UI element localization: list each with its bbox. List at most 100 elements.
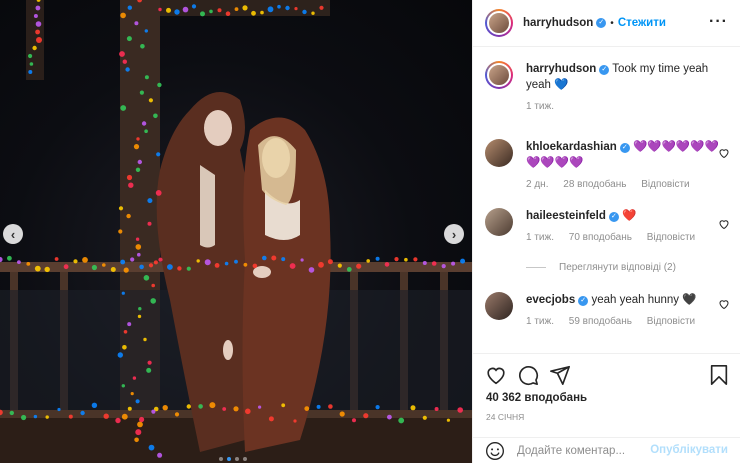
light-bulb: [271, 255, 277, 261]
caption-emoji: 💙: [554, 79, 569, 91]
light-bulb: [302, 9, 307, 15]
light-bulb: [130, 257, 135, 262]
light-bulb: [120, 259, 126, 265]
comment-likes[interactable]: 70 вподобань: [569, 232, 632, 243]
light-bulb: [144, 29, 148, 33]
light-bulb: [91, 264, 97, 271]
carousel-dot: [235, 457, 239, 461]
light-bulb: [33, 414, 38, 419]
light-bulb: [133, 144, 140, 150]
heart-icon[interactable]: [718, 147, 730, 159]
carousel-next-button[interactable]: ›: [444, 224, 464, 244]
light-bulb: [182, 6, 189, 13]
post-actions: 40 362 вподобань 24 СІЧНЯ: [473, 353, 740, 437]
share-icon[interactable]: [549, 364, 571, 386]
post-photo[interactable]: ‹ ›: [0, 0, 472, 463]
publish-button[interactable]: Опублікувати: [650, 444, 728, 456]
more-horizontal-icon[interactable]: ···: [709, 13, 728, 31]
light-bulb: [120, 12, 126, 19]
carousel-prev-button[interactable]: ‹: [3, 224, 23, 244]
light-bulb: [36, 37, 42, 43]
list-item: haileesteinfeld ✓ ❤️ 1 тиж. 70 вподобань …: [485, 208, 730, 243]
light-bulb: [118, 229, 123, 234]
avatar[interactable]: [485, 292, 513, 320]
light-bulb: [148, 263, 154, 268]
comment-time[interactable]: 1 тиж.: [526, 316, 554, 327]
light-bulb: [277, 4, 281, 9]
comment-username[interactable]: evecjobs: [526, 294, 575, 306]
light-bulb: [126, 174, 133, 181]
light-bulb: [308, 267, 315, 273]
avatar[interactable]: [485, 208, 513, 236]
comment-text: ❤️: [622, 210, 637, 222]
comments-list[interactable]: harryhudson ✓ Took my time yeah yeah 💙 1 …: [473, 47, 740, 353]
comment-likes[interactable]: 28 вподобань: [563, 179, 626, 190]
comment-icon[interactable]: [517, 364, 539, 386]
light-bulb: [110, 267, 116, 272]
light-bulb: [224, 261, 229, 266]
light-bulb: [166, 7, 171, 13]
light-bulb: [300, 258, 304, 262]
comment-input[interactable]: [517, 444, 657, 457]
comment-likes[interactable]: 59 вподобань: [569, 316, 632, 327]
light-bulb: [242, 5, 248, 11]
light-bulb: [121, 413, 128, 420]
light-bulb: [157, 452, 163, 458]
light-bulb: [33, 14, 38, 18]
light-bulb: [319, 5, 324, 10]
light-bulb: [135, 399, 140, 404]
smiley-icon[interactable]: [485, 441, 505, 461]
light-bulb: [285, 5, 290, 11]
light-bulb: [327, 259, 333, 265]
light-bulb: [328, 404, 333, 409]
bookmark-icon[interactable]: [708, 364, 730, 386]
likes-count[interactable]: 40 362 вподобань: [486, 392, 587, 404]
light-bulb: [134, 21, 139, 26]
light-bulb: [289, 263, 296, 269]
light-bulb: [102, 263, 106, 267]
light-bulb: [245, 408, 251, 415]
light-bulb: [196, 259, 200, 263]
light-bulb: [115, 417, 121, 424]
header-username[interactable]: harryhudson: [523, 17, 593, 29]
comment-username[interactable]: khloekardashian: [526, 141, 617, 153]
light-bulb: [144, 129, 148, 133]
avatar[interactable]: [485, 139, 513, 167]
caption-username[interactable]: harryhudson: [526, 63, 596, 75]
view-replies-link[interactable]: Переглянути відповіді (2): [526, 262, 676, 273]
caption-time[interactable]: 1 тиж.: [526, 101, 554, 112]
light-bulb: [139, 416, 145, 423]
light-bulb: [150, 298, 156, 304]
light-bulb: [209, 9, 213, 14]
reply-button[interactable]: Відповісти: [647, 316, 695, 327]
reply-button[interactable]: Відповісти: [647, 232, 695, 243]
light-bulb: [32, 45, 37, 51]
light-bulb: [204, 259, 211, 266]
light-bulb: [148, 444, 155, 451]
heart-icon[interactable]: [718, 218, 730, 230]
light-bulb: [68, 414, 73, 419]
comment-username[interactable]: haileesteinfeld: [526, 210, 606, 222]
light-bulb: [156, 152, 161, 157]
light-bulb: [63, 264, 69, 270]
comment-time[interactable]: 2 дн.: [526, 179, 548, 190]
add-comment-bar: Опублікувати: [473, 437, 740, 463]
heart-icon[interactable]: [718, 298, 730, 310]
light-bulb: [153, 113, 158, 119]
light-bulb: [127, 5, 132, 10]
light-bulb: [384, 262, 390, 267]
comment-time[interactable]: 1 тиж.: [526, 232, 554, 243]
follow-button[interactable]: Стежити: [618, 17, 666, 29]
light-bulb: [135, 237, 140, 241]
heart-icon[interactable]: [485, 364, 507, 386]
light-bulb: [337, 263, 342, 268]
verified-badge-icon: ✓: [578, 296, 589, 306]
avatar[interactable]: [485, 61, 513, 89]
light-bulb: [222, 407, 227, 411]
avatar[interactable]: [485, 9, 513, 37]
light-bulb: [137, 159, 142, 165]
light-bulb: [258, 405, 262, 409]
post-date[interactable]: 24 СІЧНЯ: [486, 412, 524, 422]
light-bulb: [304, 406, 310, 411]
reply-button[interactable]: Відповісти: [641, 179, 689, 190]
